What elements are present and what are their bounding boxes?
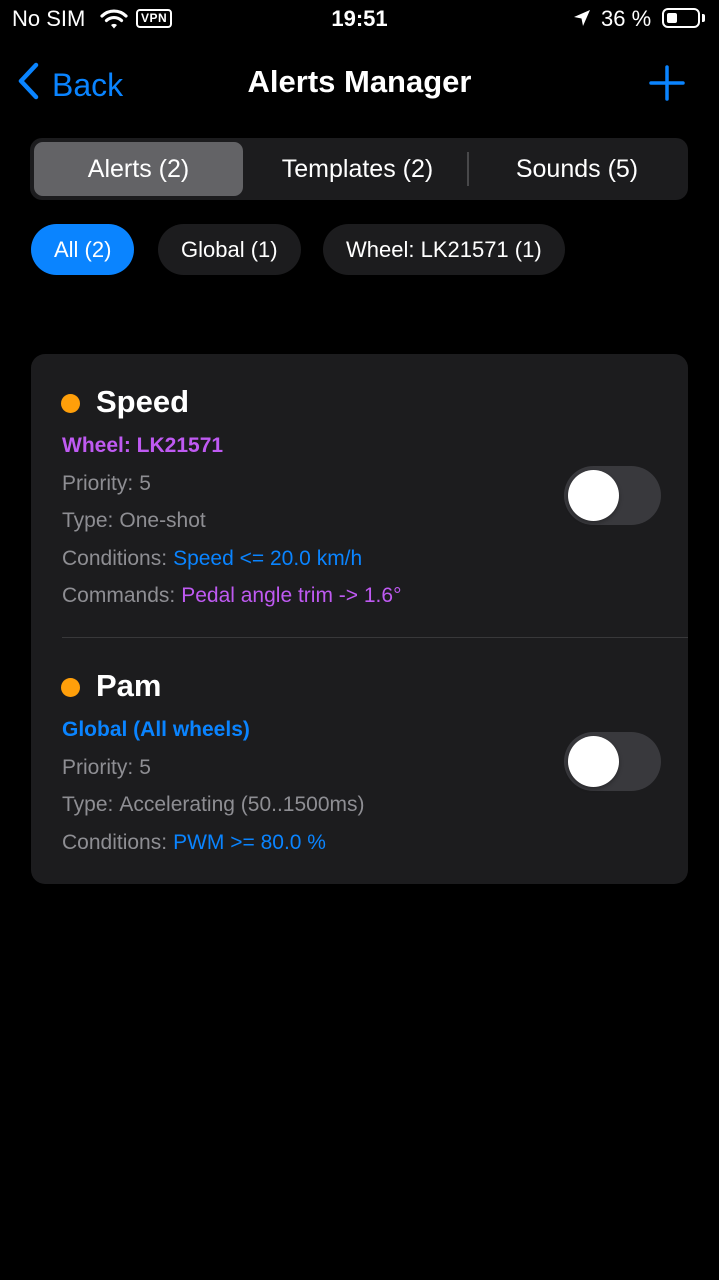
type-label: Type: — [62, 509, 114, 532]
filter-wheel[interactable]: Wheel: LK21571 (1) — [323, 224, 565, 275]
add-alert-button[interactable] — [648, 64, 686, 102]
segmented-control: Alerts (2) Templates (2) Sounds (5) — [30, 138, 688, 200]
priority-label: Priority: — [62, 472, 134, 495]
toggle-knob — [568, 470, 619, 521]
location-arrow-icon — [572, 8, 592, 33]
alert-type: Type: Accelerating (50..1500ms) — [62, 793, 365, 817]
alert-enabled-toggle[interactable] — [564, 732, 661, 791]
alert-priority: Priority: 5 — [62, 472, 151, 496]
priority-value: 5 — [139, 472, 151, 495]
commands-value: Pedal angle trim -> 1.6° — [181, 584, 402, 607]
battery-percent: 36 % — [601, 6, 652, 31]
alert-type: Type: One-shot — [62, 509, 206, 533]
alert-conditions: Conditions: Speed <= 20.0 km/h — [62, 547, 362, 571]
conditions-value: Speed <= 20.0 km/h — [173, 547, 363, 570]
conditions-label: Conditions: — [62, 831, 168, 854]
filter-all[interactable]: All (2) — [31, 224, 135, 275]
alert-scope: Wheel: LK21571 — [62, 434, 224, 457]
alert-status-dot — [61, 394, 80, 413]
priority-value: 5 — [139, 756, 151, 779]
alert-row-pam[interactable]: Pam Global (All wheels) Priority: 5 Type:… — [31, 638, 688, 884]
conditions-label: Conditions: — [62, 547, 168, 570]
plus-icon — [648, 65, 686, 106]
navigation-bar: Back Alerts Manager — [0, 52, 719, 112]
alert-enabled-toggle[interactable] — [564, 466, 661, 525]
battery-icon — [662, 8, 700, 28]
type-value: Accelerating (50..1500ms) — [119, 793, 365, 816]
tab-alerts[interactable]: Alerts (2) — [34, 142, 243, 196]
alerts-list: Speed Wheel: LK21571 Priority: 5 Type: One… — [31, 354, 688, 884]
conditions-value: PWM >= 80.0 % — [173, 831, 326, 854]
filter-global[interactable]: Global (1) — [158, 224, 301, 275]
alert-scope: Global (All wheels) — [62, 718, 250, 741]
priority-label: Priority: — [62, 756, 134, 779]
alert-name: Pam — [96, 668, 162, 703]
alert-conditions: Conditions: PWM >= 80.0 % — [62, 831, 326, 855]
toggle-knob — [568, 736, 619, 787]
alert-name: Speed — [96, 384, 190, 419]
type-label: Type: — [62, 793, 114, 816]
tab-sounds[interactable]: Sounds (5) — [470, 142, 684, 196]
alert-priority: Priority: 5 — [62, 756, 151, 780]
status-bar: No SIM VPN 19:51 36 % — [0, 0, 719, 40]
type-value: One-shot — [119, 509, 206, 532]
alert-status-dot — [61, 678, 80, 697]
segment-divider — [467, 152, 469, 186]
alert-row-speed[interactable]: Speed Wheel: LK21571 Priority: 5 Type: One… — [31, 354, 688, 637]
commands-label: Commands: — [62, 584, 176, 607]
battery-tip — [702, 14, 705, 22]
tab-templates[interactable]: Templates (2) — [248, 142, 467, 196]
page-title: Alerts Manager — [247, 64, 472, 99]
alert-commands: Commands: Pedal angle trim -> 1.6° — [62, 584, 401, 608]
